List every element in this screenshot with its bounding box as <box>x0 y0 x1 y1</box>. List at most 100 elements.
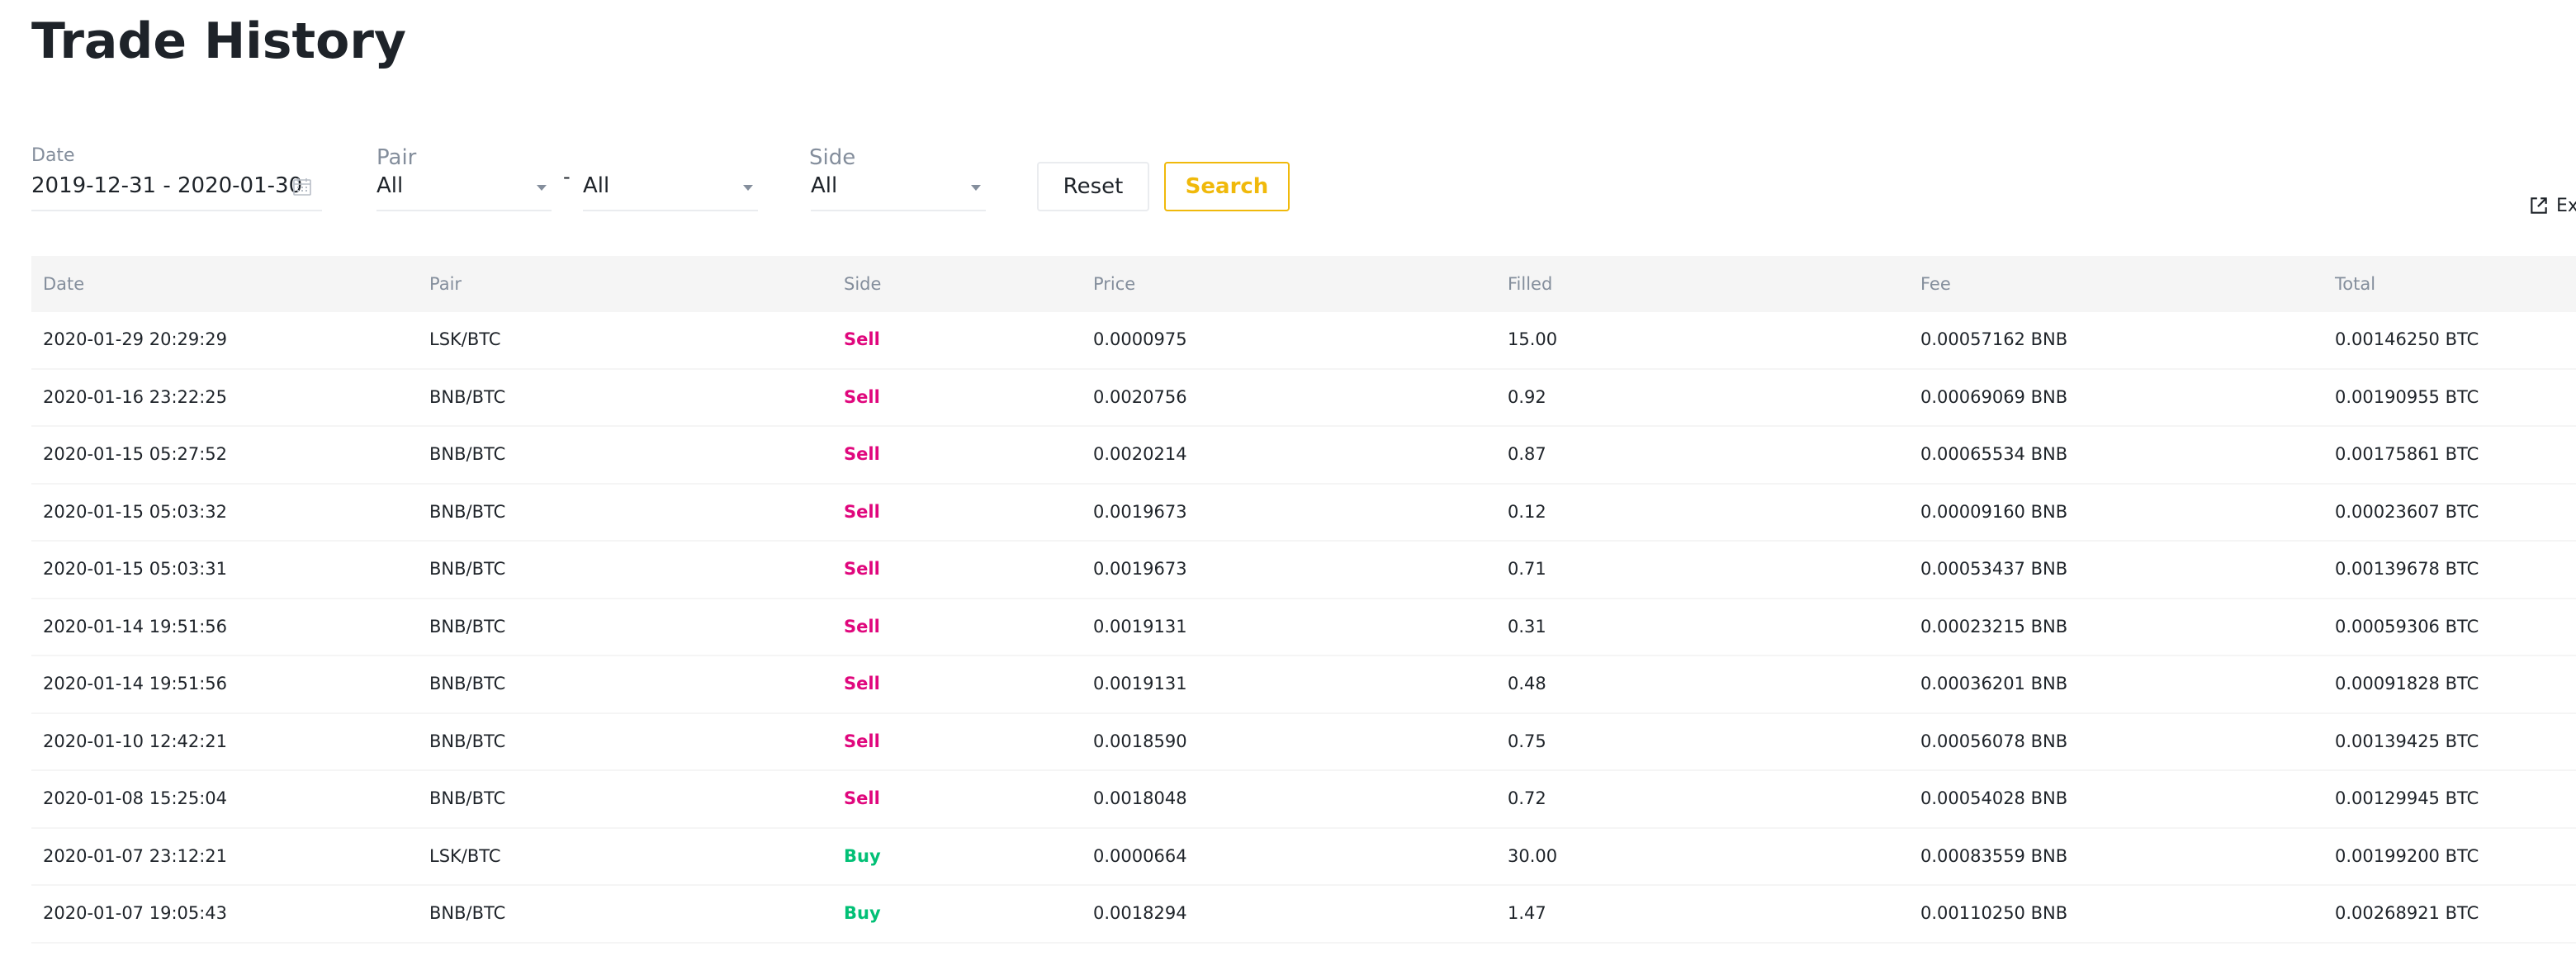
side-select[interactable]: All <box>811 167 986 211</box>
trade-history-table: Date Pair Side Price Filled Fee Total 20… <box>31 256 2576 944</box>
table-row: 2020-01-29 20:29:29 LSK/BTC Sell 0.0000975 1… <box>31 312 2576 370</box>
export-button[interactable]: Ex <box>2528 195 2576 216</box>
cell-side: Buy <box>844 903 881 923</box>
cell-total: 0.00190955 BTC <box>2335 386 2479 407</box>
cell-pair: BNB/BTC <box>429 501 506 522</box>
cell-side: Sell <box>844 731 880 751</box>
pair-base-select[interactable]: All <box>376 167 552 211</box>
cell-fee: 0.00057162 BNB <box>1920 329 2068 349</box>
cell-total: 0.00199200 BTC <box>2335 845 2479 866</box>
cell-pair: BNB/BTC <box>429 903 506 923</box>
cell-price: 0.0018590 <box>1093 731 1187 751</box>
cell-fee: 0.00036201 BNB <box>1920 674 2068 693</box>
cell-total: 0.00268921 BTC <box>2335 903 2479 923</box>
date-range-picker[interactable]: 2019-12-31 - 2020-01-30 <box>31 167 322 211</box>
cell-filled: 0.75 <box>1508 731 1546 751</box>
cell-pair: LSK/BTC <box>429 845 501 866</box>
cell-date: 2020-01-16 23:22:25 <box>43 386 228 407</box>
cell-side: Buy <box>844 845 881 866</box>
export-label: Ex <box>2556 195 2576 216</box>
column-header-filled[interactable]: Filled <box>1508 256 1552 312</box>
cell-total: 0.00023607 BTC <box>2335 501 2479 522</box>
cell-filled: 1.47 <box>1508 903 1546 923</box>
cell-fee: 0.00083559 BNB <box>1920 845 2068 866</box>
cell-filled: 0.48 <box>1508 674 1546 693</box>
cell-fee: 0.00023215 BNB <box>1920 616 2068 637</box>
trade-history-page: Trade History Date 2019-12-31 - 2020-01-… <box>0 0 2576 956</box>
cell-filled: 0.87 <box>1508 444 1546 464</box>
cell-fee: 0.00054028 BNB <box>1920 788 2068 808</box>
table-row: 2020-01-08 15:25:04 BNB/BTC Sell 0.0018048 0… <box>31 771 2576 829</box>
cell-side: Sell <box>844 329 880 349</box>
cell-fee: 0.00065534 BNB <box>1920 444 2068 464</box>
column-header-date[interactable]: Date <box>43 256 84 312</box>
cell-date: 2020-01-14 19:51:56 <box>43 674 228 693</box>
chevron-down-icon <box>971 185 981 191</box>
cell-pair: BNB/BTC <box>429 616 506 637</box>
cell-date: 2020-01-14 19:51:56 <box>43 616 228 637</box>
reset-button[interactable]: Reset <box>1037 162 1149 211</box>
column-header-side[interactable]: Side <box>844 256 881 312</box>
cell-total: 0.00139678 BTC <box>2335 559 2479 579</box>
column-header-price[interactable]: Price <box>1093 256 1135 312</box>
search-button[interactable]: Search <box>1164 162 1290 211</box>
cell-total: 0.00146250 BTC <box>2335 329 2479 349</box>
pair-separator: - <box>563 165 571 188</box>
cell-price: 0.0020214 <box>1093 444 1187 464</box>
pair-quote-value: All <box>583 173 610 198</box>
table-row: 2020-01-14 19:51:56 BNB/BTC Sell 0.0019131 0… <box>31 599 2576 656</box>
cell-price: 0.0018294 <box>1093 903 1187 923</box>
cell-side: Sell <box>844 788 880 808</box>
cell-pair: BNB/BTC <box>429 788 506 808</box>
cell-price: 0.0000664 <box>1093 845 1187 866</box>
cell-pair: BNB/BTC <box>429 674 506 693</box>
page-title: Trade History <box>31 12 407 70</box>
cell-price: 0.0000975 <box>1093 329 1187 349</box>
chevron-down-icon <box>537 185 547 191</box>
table-row: 2020-01-15 05:27:52 BNB/BTC Sell 0.0020214 0… <box>31 427 2576 485</box>
cell-filled: 0.31 <box>1508 616 1546 637</box>
cell-date: 2020-01-15 05:03:32 <box>43 501 228 522</box>
table-body: 2020-01-29 20:29:29 LSK/BTC Sell 0.0000975 1… <box>31 312 2576 944</box>
table-row: 2020-01-07 23:12:21 LSK/BTC Buy 0.0000664 30… <box>31 829 2576 886</box>
cell-pair: LSK/BTC <box>429 329 501 349</box>
calendar-icon[interactable] <box>292 177 312 196</box>
cell-price: 0.0020756 <box>1093 386 1187 407</box>
cell-price: 0.0018048 <box>1093 788 1187 808</box>
cell-date: 2020-01-07 23:12:21 <box>43 845 228 866</box>
cell-fee: 0.00009160 BNB <box>1920 501 2068 522</box>
cell-date: 2020-01-15 05:03:31 <box>43 559 228 579</box>
cell-total: 0.00129945 BTC <box>2335 788 2479 808</box>
cell-side: Sell <box>844 674 880 693</box>
cell-price: 0.0019131 <box>1093 674 1187 693</box>
cell-pair: BNB/BTC <box>429 731 506 751</box>
cell-date: 2020-01-15 05:27:52 <box>43 444 228 464</box>
cell-date: 2020-01-08 15:25:04 <box>43 788 228 808</box>
date-filter-label: Date <box>31 145 75 166</box>
cell-side: Sell <box>844 501 880 522</box>
cell-pair: BNB/BTC <box>429 559 506 579</box>
table-row: 2020-01-10 12:42:21 BNB/BTC Sell 0.0018590 0… <box>31 714 2576 771</box>
table-row: 2020-01-14 19:51:56 BNB/BTC Sell 0.0019131 0… <box>31 656 2576 714</box>
cell-fee: 0.00069069 BNB <box>1920 386 2068 407</box>
cell-filled: 15.00 <box>1508 329 1558 349</box>
column-header-pair[interactable]: Pair <box>429 256 462 312</box>
cell-fee: 0.00056078 BNB <box>1920 731 2068 751</box>
cell-price: 0.0019131 <box>1093 616 1187 637</box>
cell-total: 0.00059306 BTC <box>2335 616 2479 637</box>
pair-quote-select[interactable]: All <box>583 167 758 211</box>
cell-pair: BNB/BTC <box>429 444 506 464</box>
table-row: 2020-01-16 23:22:25 BNB/BTC Sell 0.0020756 0… <box>31 370 2576 427</box>
column-header-fee[interactable]: Fee <box>1920 256 1951 312</box>
cell-filled: 30.00 <box>1508 845 1558 866</box>
cell-total: 0.00139425 BTC <box>2335 731 2479 751</box>
cell-side: Sell <box>844 616 880 637</box>
cell-date: 2020-01-29 20:29:29 <box>43 329 228 349</box>
cell-side: Sell <box>844 444 880 464</box>
cell-pair: BNB/BTC <box>429 386 506 407</box>
cell-total: 0.00175861 BTC <box>2335 444 2479 464</box>
cell-price: 0.0019673 <box>1093 559 1187 579</box>
column-header-total[interactable]: Total <box>2335 256 2375 312</box>
cell-side: Sell <box>844 559 880 579</box>
cell-date: 2020-01-07 19:05:43 <box>43 903 228 923</box>
